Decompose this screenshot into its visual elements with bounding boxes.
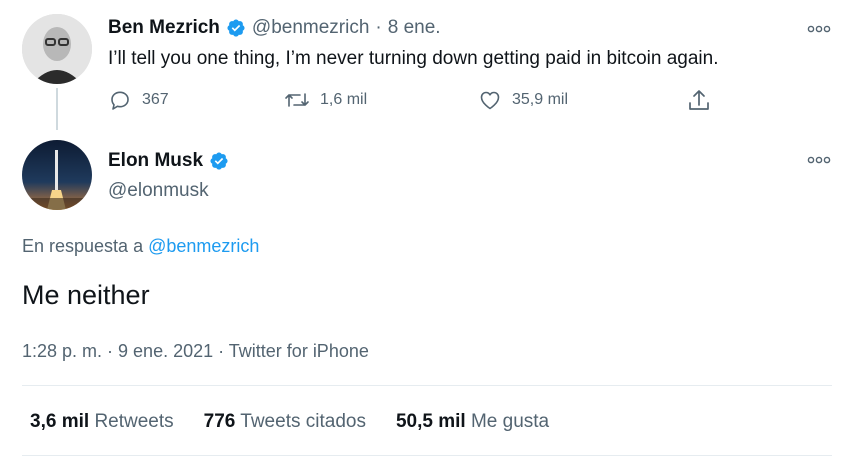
like-action[interactable]: 35,9 mil — [478, 88, 568, 112]
more-options-icon[interactable] — [806, 153, 832, 167]
stats-bar: 3,6 mil Retweets 776 Tweets citados 50,5… — [30, 411, 549, 433]
retweets-count: 3,6 mil — [30, 411, 90, 432]
reply-context: En respuesta a @benmezrich — [22, 236, 259, 257]
likes-count: 50,5 mil — [395, 411, 466, 432]
thread-connector-line — [56, 88, 58, 130]
parent-tweet-header: Ben Mezrich @benmezrich · 8 ene. — [108, 16, 441, 40]
main-tweet-text: Me neither — [22, 280, 150, 310]
retweets-stat[interactable]: 3,6 mil Retweets — [30, 411, 174, 433]
divider-top — [22, 385, 832, 386]
avatar-ben-mezrich[interactable] — [22, 14, 92, 84]
reply-count: 367 — [142, 91, 169, 108]
tweet-timestamp[interactable]: 1:28 p. m. · 9 ene. 2021 · Twitter for i… — [22, 341, 369, 362]
retweets-label: Retweets — [94, 411, 174, 432]
main-handle[interactable]: @elonmusk — [108, 180, 209, 202]
retweet-icon — [285, 93, 309, 107]
likes-label: Me gusta — [470, 411, 550, 432]
avatar-elon-musk[interactable] — [22, 140, 92, 210]
quotes-stat[interactable]: 776 Tweets citados — [204, 411, 366, 433]
reply-to-link[interactable]: @benmezrich — [148, 236, 259, 256]
header-separator: · — [375, 17, 382, 38]
verified-badge-icon — [210, 152, 228, 170]
quotes-label: Tweets citados — [240, 411, 366, 432]
main-author-name-row: Elon Musk — [108, 150, 229, 172]
parent-author-name[interactable]: Ben Mezrich — [108, 17, 220, 39]
quotes-count: 776 — [203, 411, 236, 432]
verified-badge-icon — [227, 19, 245, 37]
share-icon[interactable] — [686, 88, 712, 114]
retweet-action[interactable]: 1,6 mil — [284, 88, 367, 112]
like-icon — [480, 91, 500, 110]
avatar-ben-mezrich-image — [22, 14, 92, 84]
reply-action[interactable]: 367 — [108, 88, 169, 112]
main-author-name[interactable]: Elon Musk — [108, 150, 203, 172]
reply-prefix: En respuesta a — [22, 236, 144, 256]
parent-handle[interactable]: @benmezrich — [252, 17, 370, 39]
divider-bottom — [22, 455, 832, 456]
likes-stat[interactable]: 50,5 mil Me gusta — [396, 411, 549, 433]
parent-tweet-text: I’ll tell you one thing, I’m never turni… — [108, 48, 719, 69]
reply-icon — [111, 91, 129, 110]
retweet-count: 1,6 mil — [320, 91, 368, 108]
avatar-elon-musk-image — [22, 140, 92, 210]
parent-date[interactable]: 8 ene. — [388, 17, 441, 39]
like-count: 35,9 mil — [512, 91, 569, 108]
more-options-icon[interactable] — [806, 22, 832, 36]
